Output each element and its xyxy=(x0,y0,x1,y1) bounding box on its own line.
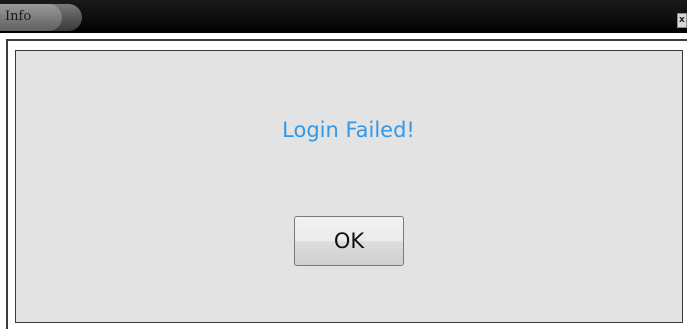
error-message: Login Failed! xyxy=(282,118,415,142)
close-icon: x xyxy=(679,15,685,25)
close-button[interactable]: x xyxy=(677,13,687,28)
title-bar[interactable]: Info x xyxy=(0,0,687,33)
window-title: Info xyxy=(5,9,32,24)
info-dialog-window: Info x Login Failed! OK xyxy=(0,0,687,329)
ok-button[interactable]: OK xyxy=(294,216,404,266)
dialog-panel xyxy=(15,50,683,323)
